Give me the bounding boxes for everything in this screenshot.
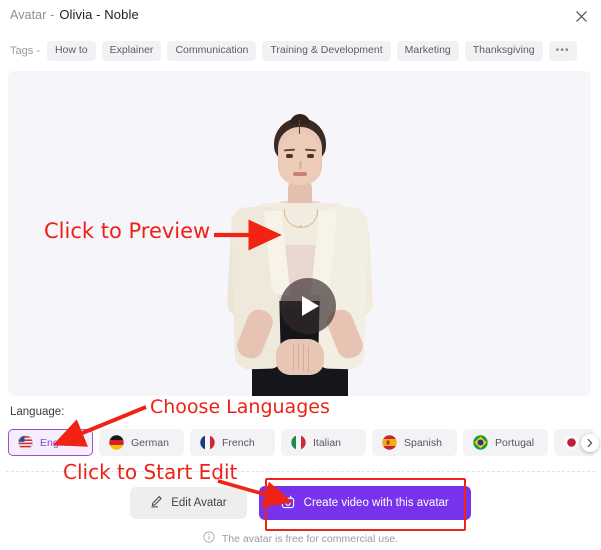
avatar-detail-modal: Avatar - Olivia - Noble Tags - How to Ex… xyxy=(0,0,601,550)
page-title: Avatar - Olivia - Noble xyxy=(10,7,139,22)
language-chip-portugal[interactable]: Portugal xyxy=(463,429,548,456)
language-selector[interactable]: English German French Italian Spanish Po… xyxy=(8,429,593,456)
language-chip-italian[interactable]: Italian xyxy=(281,429,366,456)
pencil-icon xyxy=(150,495,163,511)
commercial-use-text: The avatar is free for commercial use. xyxy=(221,532,399,545)
flag-us-icon xyxy=(18,435,33,450)
language-label-text: German xyxy=(131,436,169,449)
annotation-edit-text: Click to Start Edit xyxy=(63,460,238,484)
language-label-text: Spanish xyxy=(404,436,442,449)
close-icon[interactable] xyxy=(572,7,590,25)
language-chip-german[interactable]: German xyxy=(99,429,184,456)
edit-avatar-label: Edit Avatar xyxy=(171,497,227,509)
action-bar: Edit Avatar Create video with this avata… xyxy=(0,486,601,520)
language-chip-spanish[interactable]: Spanish xyxy=(372,429,457,456)
language-chip-french[interactable]: French xyxy=(190,429,275,456)
language-label-text: Italian xyxy=(313,436,342,449)
tag-chip[interactable]: Thanksgiving xyxy=(464,41,543,61)
language-label-text: Portugal xyxy=(495,436,535,449)
tags-more-button[interactable]: ••• xyxy=(548,41,577,61)
commercial-use-note: The avatar is free for commercial use. xyxy=(0,531,601,546)
create-video-label: Create video with this avatar xyxy=(303,497,449,509)
flag-fr-icon xyxy=(200,435,215,450)
avatar-image xyxy=(8,71,591,396)
flag-it-icon xyxy=(291,435,306,450)
avatar-name: Olivia - Noble xyxy=(59,7,139,22)
modal-header: Avatar - Olivia - Noble xyxy=(0,0,601,30)
title-prefix: Avatar - xyxy=(10,7,55,22)
tags-row: Tags - How to Explainer Communication Tr… xyxy=(10,41,577,61)
avatar-preview-panel[interactable] xyxy=(8,71,591,396)
flag-br-icon xyxy=(473,435,488,450)
chevron-right-icon[interactable] xyxy=(581,434,599,452)
flag-jp-icon xyxy=(564,435,579,450)
tag-chip[interactable]: Explainer xyxy=(101,41,162,61)
video-camera-icon xyxy=(281,495,295,512)
language-chip-english[interactable]: English xyxy=(8,429,93,456)
info-icon xyxy=(203,531,215,546)
language-label-text: English xyxy=(40,436,75,449)
play-icon[interactable] xyxy=(280,278,336,334)
tag-chip[interactable]: How to xyxy=(46,41,96,61)
language-label-text: French xyxy=(222,436,255,449)
create-video-button[interactable]: Create video with this avatar xyxy=(258,486,471,520)
language-label: Language: xyxy=(10,406,65,418)
tag-chip[interactable]: Communication xyxy=(167,41,257,61)
flag-de-icon xyxy=(109,435,124,450)
section-divider xyxy=(6,471,595,472)
annotation-language-text: Choose Languages xyxy=(150,396,330,418)
tag-chip[interactable]: Marketing xyxy=(396,41,459,61)
tag-chip[interactable]: Training & Development xyxy=(262,41,391,61)
flag-es-icon xyxy=(382,435,397,450)
edit-avatar-button[interactable]: Edit Avatar xyxy=(130,487,247,519)
tags-label: Tags - xyxy=(10,44,40,57)
